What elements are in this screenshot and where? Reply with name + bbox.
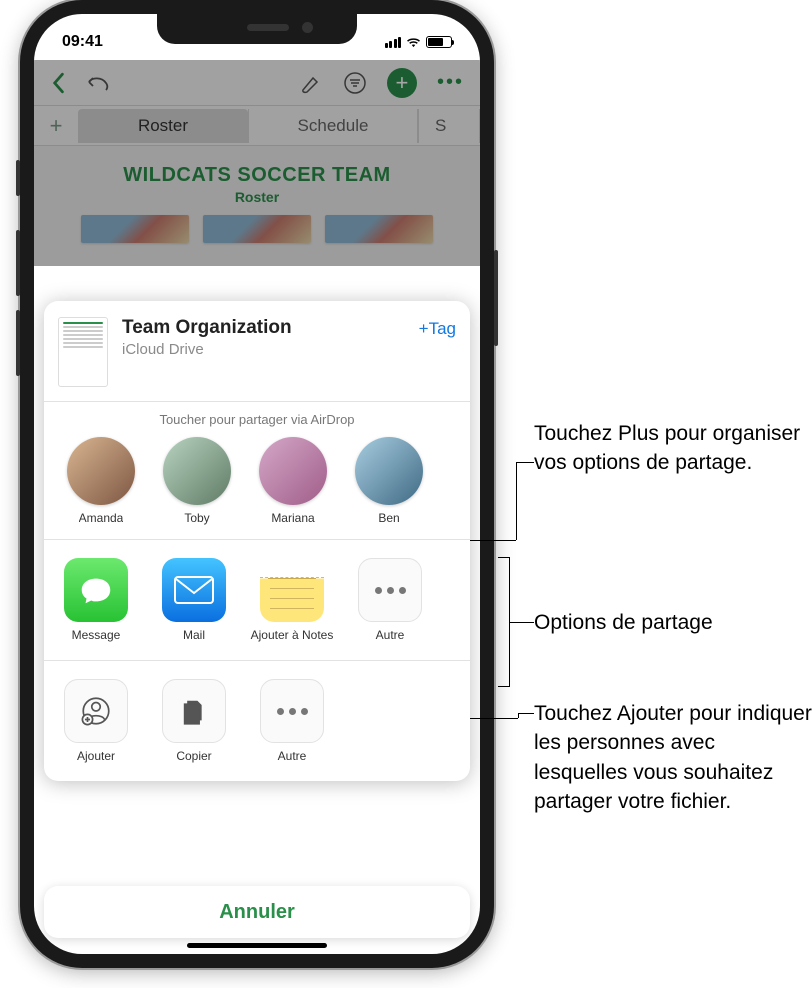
add-people-icon <box>64 679 128 743</box>
action-label: Autre <box>278 749 307 763</box>
more-apps-icon <box>358 558 422 622</box>
share-app-mail[interactable]: Mail <box>156 558 232 642</box>
callout-line <box>518 713 534 714</box>
cellular-icon <box>385 37 402 48</box>
more-icon[interactable]: ••• <box>437 71 464 94</box>
undo-icon[interactable] <box>86 74 112 92</box>
airdrop-label: Toucher pour partager via AirDrop <box>58 412 456 427</box>
app-label: Mail <box>183 628 205 642</box>
add-tab-button[interactable]: + <box>34 113 78 139</box>
share-sheet-header: Team Organization iCloud Drive +Tag <box>44 301 470 401</box>
filter-icon[interactable] <box>343 71 367 95</box>
more-actions-icon <box>260 679 324 743</box>
callout-more-options: Touchez Plus pour organiser vos options … <box>534 419 812 478</box>
volume-up-button <box>16 230 20 296</box>
share-app-notes[interactable]: Ajouter à Notes <box>254 558 330 642</box>
home-indicator[interactable] <box>187 943 327 948</box>
add-tag-button[interactable]: +Tag <box>419 319 456 339</box>
airdrop-contact-ben[interactable]: Ben <box>352 437 426 525</box>
notch <box>157 14 357 44</box>
share-app-message[interactable]: Message <box>58 558 134 642</box>
file-thumbnail <box>58 317 108 387</box>
contact-name: Toby <box>184 511 209 525</box>
copy-icon <box>162 679 226 743</box>
add-button[interactable]: + <box>387 68 417 98</box>
airdrop-contact-amanda[interactable]: Amanda <box>64 437 138 525</box>
cancel-label: Annuler <box>219 901 295 924</box>
callout-line <box>518 713 519 718</box>
app-toolbar: + ••• <box>34 60 480 106</box>
sheet-tabs: + Roster Schedule S <box>34 106 480 146</box>
share-apps-row: Message Mail Ajouter à <box>44 540 470 660</box>
tab-overflow[interactable]: S <box>418 109 480 143</box>
avatar <box>259 437 327 505</box>
share-file-title: Team Organization <box>122 317 405 339</box>
app-label: Ajouter à Notes <box>251 628 334 642</box>
wifi-icon <box>405 36 422 48</box>
action-label: Ajouter <box>77 749 115 763</box>
contact-name: Ben <box>378 511 399 525</box>
share-action-add-people[interactable]: Ajouter <box>58 679 134 763</box>
notes-icon <box>260 558 324 622</box>
contact-name: Mariana <box>271 511 314 525</box>
share-app-more[interactable]: Autre <box>352 558 428 642</box>
back-icon[interactable] <box>50 72 66 94</box>
power-button <box>494 250 498 346</box>
callout-bracket <box>498 557 510 687</box>
document-title: WILDCATS SOCCER TEAM <box>50 164 464 187</box>
avatar <box>163 437 231 505</box>
airdrop-contact-toby[interactable]: Toby <box>160 437 234 525</box>
status-time: 09:41 <box>62 33 103 51</box>
app-label: Autre <box>376 628 405 642</box>
messages-icon <box>64 558 128 622</box>
callout-add-people: Touchez Ajouter pour indiquer les person… <box>534 699 812 817</box>
cancel-button[interactable]: Annuler <box>44 886 470 938</box>
callout-line <box>510 622 534 623</box>
airdrop-section: Toucher pour partager via AirDrop Amanda… <box>44 402 470 539</box>
callout-line <box>516 462 517 540</box>
contact-name: Amanda <box>79 511 124 525</box>
share-file-location: iCloud Drive <box>122 341 405 358</box>
share-action-copy[interactable]: Copier <box>156 679 232 763</box>
callout-share-options: Options de partage <box>534 608 812 637</box>
phone-screen: 09:41 <box>34 14 480 954</box>
volume-down-button <box>16 310 20 376</box>
share-sheet: Team Organization iCloud Drive +Tag Touc… <box>44 301 470 781</box>
side-button <box>16 160 20 196</box>
avatar <box>355 437 423 505</box>
share-action-more[interactable]: Autre <box>254 679 330 763</box>
doc-thumb <box>325 215 433 243</box>
app-label: Message <box>72 628 121 642</box>
background-app: + ••• + Roster Schedule S WILDCATS SOCCE… <box>34 60 480 266</box>
brush-icon[interactable] <box>299 72 323 94</box>
doc-thumb <box>81 215 189 243</box>
iphone-frame: 09:41 <box>20 0 494 968</box>
avatar <box>67 437 135 505</box>
status-indicators <box>385 36 453 48</box>
document-subtitle: Roster <box>50 189 464 205</box>
battery-icon <box>426 36 452 48</box>
tab-roster[interactable]: Roster <box>78 109 248 143</box>
mail-icon <box>162 558 226 622</box>
doc-thumb <box>203 215 311 243</box>
share-actions-row: Ajouter Copier A <box>44 661 470 781</box>
action-label: Copier <box>176 749 211 763</box>
tab-schedule[interactable]: Schedule <box>248 109 418 143</box>
document-area: WILDCATS SOCCER TEAM Roster <box>34 146 480 266</box>
callout-line <box>516 462 534 463</box>
airdrop-contact-mariana[interactable]: Mariana <box>256 437 330 525</box>
